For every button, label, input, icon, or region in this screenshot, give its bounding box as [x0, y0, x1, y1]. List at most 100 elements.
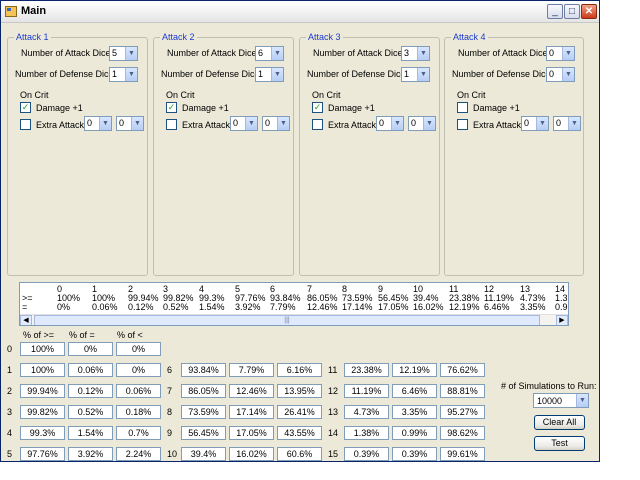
title-bar[interactable]: Main _ □ ✕ [1, 1, 599, 23]
extra-attacks-checkbox[interactable] [166, 119, 177, 130]
chevron-down-icon[interactable]: ▼ [271, 68, 283, 81]
extra-attacks-checkbox[interactable] [457, 119, 468, 130]
result-eq-field[interactable]: 0% [68, 342, 113, 356]
result-eq-field[interactable]: 3.35% [392, 405, 437, 419]
chevron-down-icon[interactable]: ▼ [576, 394, 588, 407]
chevron-down-icon[interactable]: ▼ [99, 117, 111, 130]
chevron-down-icon[interactable]: ▼ [125, 68, 137, 81]
chevron-down-icon[interactable]: ▼ [417, 47, 429, 60]
maximize-button[interactable]: □ [564, 4, 580, 19]
defense-dice-select[interactable]: 0 ▼ [546, 67, 575, 82]
result-ge-field[interactable]: 23.38% [344, 363, 389, 377]
chevron-down-icon[interactable]: ▼ [417, 68, 429, 81]
result-eq-field[interactable]: 0.06% [68, 363, 113, 377]
result-ge-field[interactable]: 93.84% [181, 363, 226, 377]
result-ge-field[interactable]: 97.76% [20, 447, 65, 461]
result-lt-field[interactable]: 13.95% [277, 384, 322, 398]
distribution-grid[interactable]: 0 1 2 3 4 5 6 7 8 9 10 11 12 13 14 >= 100% 100% 99.94% 99.8… [19, 282, 569, 326]
clear-all-button[interactable]: Clear All [534, 415, 585, 430]
attack-dice-select[interactable]: 5 ▼ [109, 46, 138, 61]
chevron-down-icon[interactable]: ▼ [391, 117, 403, 130]
attack-dice-select[interactable]: 0 ▼ [546, 46, 575, 61]
result-eq-field[interactable]: 17.05% [229, 426, 274, 440]
chevron-down-icon[interactable]: ▼ [245, 117, 257, 130]
result-eq-field[interactable]: 12.19% [392, 363, 437, 377]
extra-attacks-select-b[interactable]: 0 ▼ [116, 116, 144, 131]
result-lt-field[interactable]: 88.81% [440, 384, 485, 398]
defense-dice-select[interactable]: 1 ▼ [255, 67, 284, 82]
result-eq-field[interactable]: 6.46% [392, 384, 437, 398]
minimize-button[interactable]: _ [547, 4, 563, 19]
chevron-down-icon[interactable]: ▼ [562, 47, 574, 60]
result-lt-field[interactable]: 0.7% [116, 426, 161, 440]
result-lt-field[interactable]: 2.24% [116, 447, 161, 461]
scroll-right-icon[interactable]: ▶ [556, 315, 568, 325]
result-lt-field[interactable]: 0% [116, 342, 161, 356]
result-eq-field[interactable]: 3.92% [68, 447, 113, 461]
result-eq-field[interactable]: 0.99% [392, 426, 437, 440]
simulations-select[interactable]: 10000 ▼ [533, 393, 589, 408]
chevron-down-icon[interactable]: ▼ [423, 117, 435, 130]
extra-attacks-select-b[interactable]: 0 ▼ [262, 116, 290, 131]
scroll-left-icon[interactable]: ◀ [20, 315, 32, 325]
extra-attacks-select-a[interactable]: 0 ▼ [376, 116, 404, 131]
extra-attacks-select-b[interactable]: 0 ▼ [553, 116, 581, 131]
damage-checkbox[interactable]: ✓ [166, 102, 177, 113]
chevron-down-icon[interactable]: ▼ [131, 117, 143, 130]
result-eq-field[interactable]: 0.39% [392, 447, 437, 461]
result-ge-field[interactable]: 99.3% [20, 426, 65, 440]
result-ge-field[interactable]: 39.4% [181, 447, 226, 461]
extra-attacks-checkbox[interactable] [312, 119, 323, 130]
extra-attacks-checkbox[interactable] [20, 119, 31, 130]
result-eq-field[interactable]: 0.52% [68, 405, 113, 419]
chevron-down-icon[interactable]: ▼ [277, 117, 289, 130]
result-ge-field[interactable]: 99.82% [20, 405, 65, 419]
result-lt-field[interactable]: 0.06% [116, 384, 161, 398]
result-ge-field[interactable]: 99.94% [20, 384, 65, 398]
result-lt-field[interactable]: 0% [116, 363, 161, 377]
attack-dice-select[interactable]: 3 ▼ [401, 46, 430, 61]
chevron-down-icon[interactable]: ▼ [271, 47, 283, 60]
result-ge-field[interactable]: 56.45% [181, 426, 226, 440]
defense-dice-select[interactable]: 1 ▼ [109, 67, 138, 82]
result-ge-field[interactable]: 86.05% [181, 384, 226, 398]
chevron-down-icon[interactable]: ▼ [562, 68, 574, 81]
result-lt-field[interactable]: 76.62% [440, 363, 485, 377]
scroll-thumb[interactable]: ||| [34, 315, 540, 325]
attack-dice-select[interactable]: 6 ▼ [255, 46, 284, 61]
result-lt-field[interactable]: 98.62% [440, 426, 485, 440]
horizontal-scrollbar[interactable]: ◀ ||| ▶ [20, 314, 568, 325]
chevron-down-icon[interactable]: ▼ [536, 117, 548, 130]
damage-checkbox[interactable]: ✓ [20, 102, 31, 113]
result-lt-field[interactable]: 6.16% [277, 363, 322, 377]
result-eq-field[interactable]: 7.79% [229, 363, 274, 377]
result-ge-field[interactable]: 4.73% [344, 405, 389, 419]
extra-attacks-select-a[interactable]: 0 ▼ [84, 116, 112, 131]
result-eq-field[interactable]: 1.54% [68, 426, 113, 440]
result-lt-field[interactable]: 60.6% [277, 447, 322, 461]
extra-attacks-select-a[interactable]: 0 ▼ [230, 116, 258, 131]
chevron-down-icon[interactable]: ▼ [125, 47, 137, 60]
result-eq-field[interactable]: 12.46% [229, 384, 274, 398]
result-ge-field[interactable]: 100% [20, 363, 65, 377]
result-lt-field[interactable]: 99.61% [440, 447, 485, 461]
close-button[interactable]: ✕ [581, 4, 597, 19]
extra-attacks-select-b[interactable]: 0 ▼ [408, 116, 436, 131]
result-lt-field[interactable]: 43.55% [277, 426, 322, 440]
result-eq-field[interactable]: 17.14% [229, 405, 274, 419]
chevron-down-icon[interactable]: ▼ [568, 117, 580, 130]
test-button[interactable]: Test [534, 436, 585, 451]
damage-checkbox[interactable] [457, 102, 468, 113]
result-eq-field[interactable]: 16.02% [229, 447, 274, 461]
extra-attacks-select-a[interactable]: 0 ▼ [521, 116, 549, 131]
result-ge-field[interactable]: 100% [20, 342, 65, 356]
result-ge-field[interactable]: 11.19% [344, 384, 389, 398]
result-lt-field[interactable]: 95.27% [440, 405, 485, 419]
result-eq-field[interactable]: 0.12% [68, 384, 113, 398]
result-ge-field[interactable]: 73.59% [181, 405, 226, 419]
result-ge-field[interactable]: 1.38% [344, 426, 389, 440]
damage-checkbox[interactable]: ✓ [312, 102, 323, 113]
defense-dice-select[interactable]: 1 ▼ [401, 67, 430, 82]
result-lt-field[interactable]: 0.18% [116, 405, 161, 419]
result-lt-field[interactable]: 26.41% [277, 405, 322, 419]
